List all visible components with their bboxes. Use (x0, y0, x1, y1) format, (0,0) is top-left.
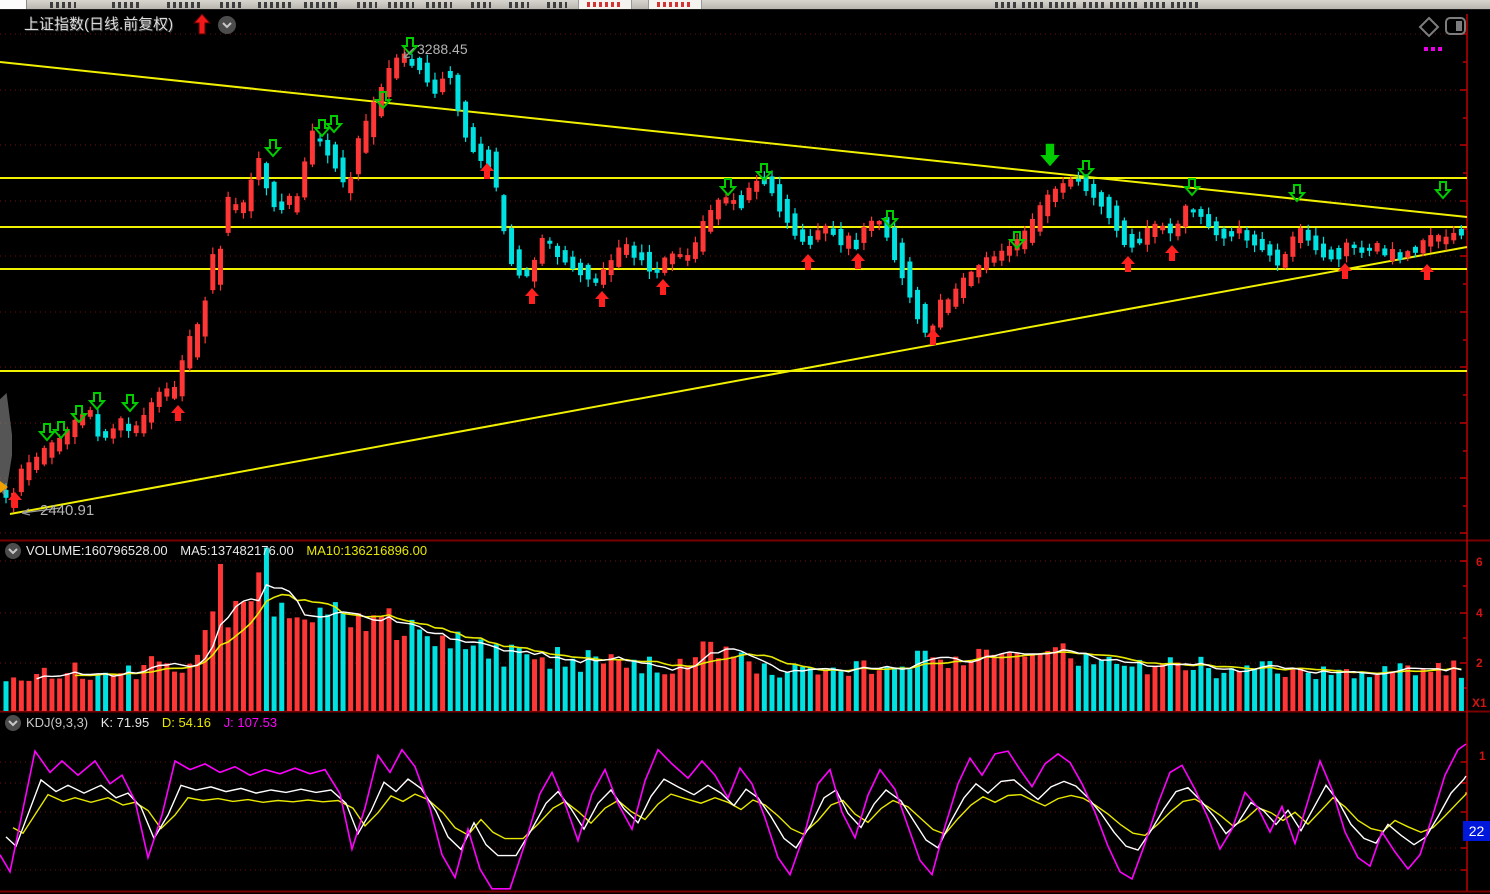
sell-signal-arrow (123, 395, 137, 411)
gridlines (0, 34, 1467, 870)
buy-signal-arrow (656, 279, 670, 295)
buy-signal-arrow (1338, 263, 1352, 279)
sell-signal-arrow (721, 179, 735, 195)
volume-ma5: MA5:137482176.00 (180, 543, 293, 558)
trading-app-window: 上证指数(日线.前复权) 3288.45 2440.91 VOLUME:1607… (0, 0, 1490, 894)
volume-axis-unit: X1 (1472, 696, 1487, 710)
collapse-main-chevron-icon[interactable] (218, 16, 236, 34)
peak-price-label: 3288.45 (417, 41, 468, 57)
buy-signal-arrow (1165, 245, 1179, 261)
buy-signal-arrow (525, 288, 539, 304)
candlestick-series (4, 48, 1464, 512)
trendline-start-marker (0, 481, 8, 493)
buy-signal-arrow (171, 405, 185, 421)
kdj-k-value: K: 71.95 (101, 715, 149, 730)
low-price-label: 2440.91 (40, 502, 94, 519)
buy-signal-arrow (8, 492, 22, 508)
chart-title: 上证指数(日线.前复权) (24, 13, 173, 34)
sell-signal-arrow-solid (1040, 144, 1060, 166)
axes (0, 14, 1490, 892)
volume-header: VOLUME:160796528.00 MA5:137482176.00 MA1… (26, 543, 436, 558)
kdj-lines (0, 744, 1466, 889)
buy-signal-arrow (926, 329, 940, 345)
signal-arrows (8, 38, 1450, 508)
panel-layout-icon[interactable] (1444, 15, 1468, 42)
volume-axis-label-2: 2 (1476, 656, 1483, 670)
collapse-kdj-chevron-icon[interactable] (5, 715, 21, 731)
sell-signal-arrow (315, 120, 329, 136)
buy-signal-arrow (595, 291, 609, 307)
kdj-current-value-badge: 22 (1463, 821, 1490, 841)
kdj-axis-label: 1 (1479, 749, 1486, 763)
buy-signal-arrow (1420, 264, 1434, 280)
volume-value: VOLUME:160796528.00 (26, 543, 168, 558)
chart-canvas (0, 0, 1490, 894)
title-up-arrow-icon (193, 13, 211, 40)
collapse-volume-chevron-icon[interactable] (5, 543, 21, 559)
overflow-dots-icon[interactable] (1424, 38, 1445, 56)
sell-signal-arrow (1436, 182, 1450, 198)
buy-signal-arrow (851, 253, 865, 269)
kdj-header: KDJ(9,3,3) K: 71.95 D: 54.16 J: 107.53 (26, 715, 286, 730)
buy-signal-arrow (480, 163, 494, 179)
sell-signal-arrow (40, 424, 54, 440)
kdj-d-value: D: 54.16 (162, 715, 211, 730)
volume-bars (4, 548, 1464, 711)
sell-signal-arrow (90, 393, 104, 409)
volume-axis-label-4: 4 (1476, 606, 1483, 620)
buy-signal-arrow (801, 254, 815, 270)
kdj-name: KDJ(9,3,3) (26, 715, 88, 730)
kdj-j-value: J: 107.53 (224, 715, 278, 730)
sell-signal-arrow (266, 140, 280, 156)
volume-ma10: MA10:136216896.00 (306, 543, 427, 558)
trend-line[interactable] (10, 247, 1467, 514)
volume-axis-label-6: 6 (1476, 555, 1483, 569)
sell-signal-arrow (327, 116, 341, 132)
